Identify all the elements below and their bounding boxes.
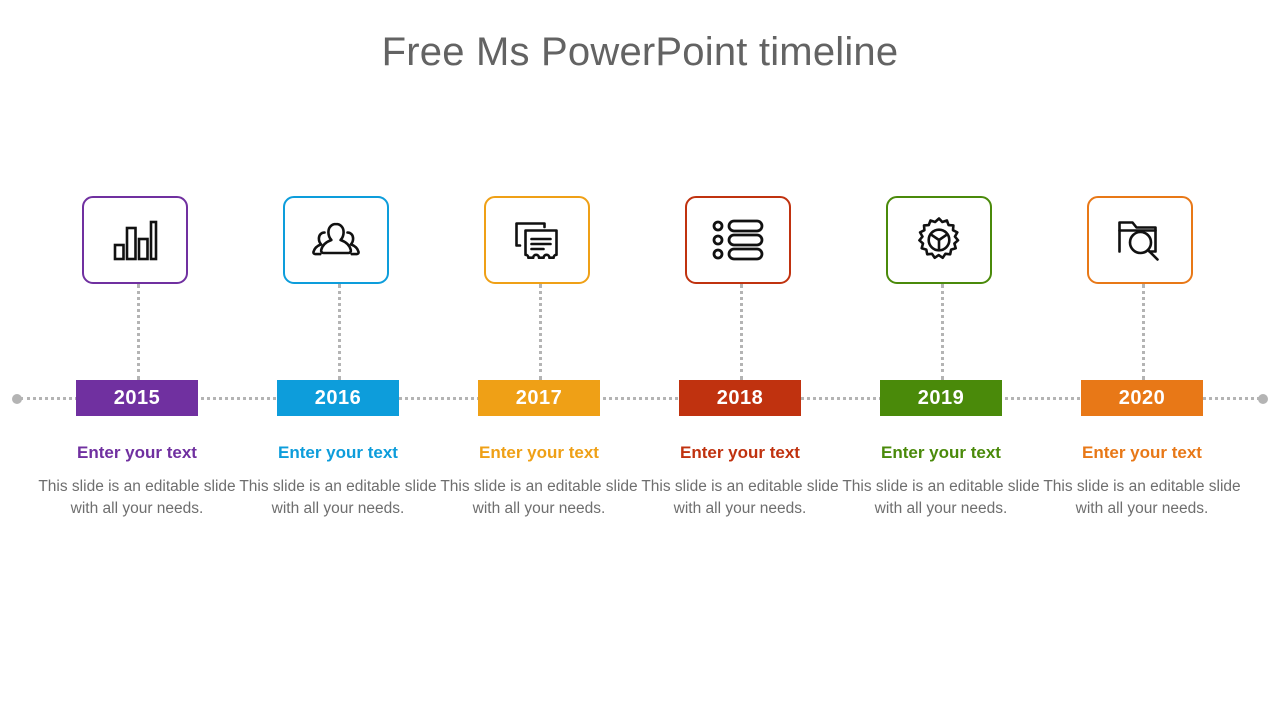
connector-line-2016 <box>337 284 341 380</box>
year-bar-2019[interactable]: 2019 <box>880 380 1002 416</box>
connector-line-2019 <box>940 284 944 380</box>
body-text-2017: This slide is an editable slide with all… <box>440 478 638 517</box>
connector-line-2018 <box>739 284 743 380</box>
heading-2019: Enter your text <box>881 443 1001 462</box>
body-text-2018: This slide is an editable slide with all… <box>641 478 839 517</box>
year-label: 2016 <box>314 386 362 409</box>
bulleted-list-icon <box>712 219 764 261</box>
body-text-2016: This slide is an editable slide with all… <box>239 478 437 517</box>
milestone-column-2015: 2015 Enter your text This slide is an ed… <box>37 0 238 720</box>
bar-chart-icon <box>112 219 158 261</box>
body-text-2020: This slide is an editable slide with all… <box>1043 478 1241 517</box>
heading-2018: Enter your text <box>680 443 800 462</box>
year-label: 2018 <box>716 386 764 409</box>
year-label: 2017 <box>515 386 563 409</box>
users-group-icon <box>310 218 362 262</box>
connector-line-2020 <box>1141 284 1145 380</box>
year-label: 2019 <box>917 386 965 409</box>
milestone-column-2019: 2019 Enter your text This slide is an ed… <box>841 0 1042 720</box>
milestone-column-2020: 2020 Enter your text This slide is an ed… <box>1042 0 1243 720</box>
icon-card-2015[interactable] <box>82 196 188 284</box>
body-text-2019: This slide is an editable slide with all… <box>842 478 1040 517</box>
milestone-columns: 2015 Enter your text This slide is an ed… <box>0 0 1280 720</box>
icon-card-2016[interactable] <box>283 196 389 284</box>
icon-card-2020[interactable] <box>1087 196 1193 284</box>
body-text-2015: This slide is an editable slide with all… <box>38 478 236 517</box>
heading-2017: Enter your text <box>479 443 599 462</box>
year-label: 2015 <box>113 386 161 409</box>
connector-line-2017 <box>538 284 542 380</box>
icon-card-2017[interactable] <box>484 196 590 284</box>
heading-2016: Enter your text <box>278 443 398 462</box>
connector-line-2015 <box>136 284 140 380</box>
year-bar-2015[interactable]: 2015 <box>76 380 198 416</box>
milestone-column-2017: 2017 Enter your text This slide is an ed… <box>439 0 640 720</box>
year-bar-2016[interactable]: 2016 <box>277 380 399 416</box>
year-label: 2020 <box>1118 386 1166 409</box>
year-bar-2018[interactable]: 2018 <box>679 380 801 416</box>
year-bar-2017[interactable]: 2017 <box>478 380 600 416</box>
milestone-column-2018: 2018 Enter your text This slide is an ed… <box>640 0 841 720</box>
heading-2020: Enter your text <box>1082 443 1202 462</box>
gear-steering-icon <box>915 216 963 264</box>
documents-certificate-icon <box>512 218 562 262</box>
heading-2015: Enter your text <box>77 443 197 462</box>
year-bar-2020[interactable]: 2020 <box>1081 380 1203 416</box>
milestone-column-2016: 2016 Enter your text This slide is an ed… <box>238 0 439 720</box>
folder-search-icon <box>1115 217 1165 263</box>
icon-card-2019[interactable] <box>886 196 992 284</box>
icon-card-2018[interactable] <box>685 196 791 284</box>
